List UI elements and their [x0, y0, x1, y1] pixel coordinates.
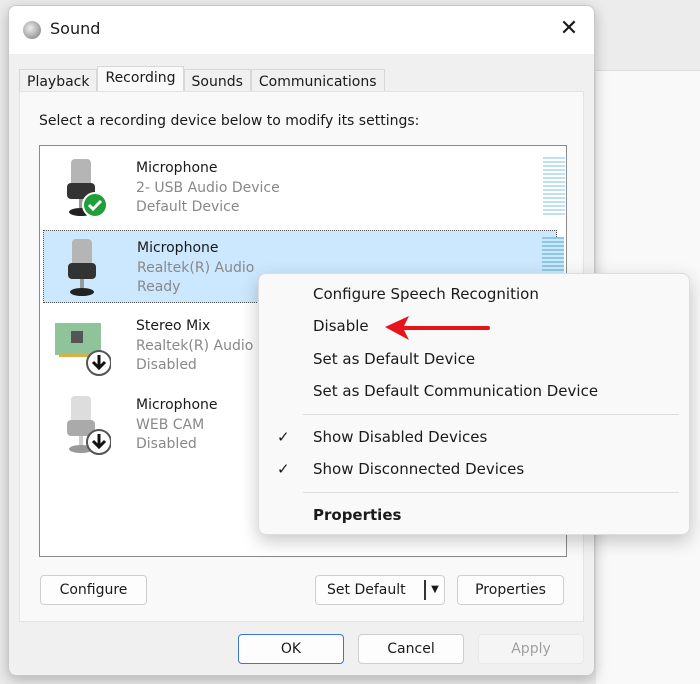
menu-item-disable[interactable]: Disable	[313, 317, 369, 335]
menu-separator	[303, 492, 679, 493]
instruction-text: Select a recording device below to modif…	[39, 113, 420, 129]
set-default-label: Set Default	[327, 582, 406, 598]
device-status: Ready	[137, 279, 181, 295]
menu-separator	[303, 414, 679, 415]
properties-button[interactable]: Properties	[457, 575, 564, 605]
device-status: Disabled	[136, 436, 197, 452]
configure-button[interactable]: Configure	[40, 575, 147, 605]
window-title: Sound	[50, 19, 101, 38]
menu-item-show-disconnected[interactable]: Show Disconnected Devices	[313, 460, 524, 478]
device-name: Microphone	[136, 397, 218, 413]
menu-item-show-disabled[interactable]: Show Disabled Devices	[313, 428, 487, 446]
menu-item-configure-speech[interactable]: Configure Speech Recognition	[313, 285, 539, 303]
red-arrow-annotation-icon	[385, 316, 490, 340]
context-menu: Configure Speech Recognition Disable Set…	[258, 273, 690, 535]
close-button[interactable]: ✕	[556, 16, 582, 41]
device-status: Disabled	[136, 357, 197, 373]
device-row[interactable]: Microphone 2- USB Audio Device Default Dev…	[43, 151, 565, 224]
microphone-icon	[67, 396, 111, 455]
ok-button[interactable]: OK	[238, 634, 344, 664]
apply-button[interactable]: Apply	[478, 634, 584, 664]
checkmark-icon: ✓	[277, 428, 290, 446]
device-description: Realtek(R) Audio	[136, 337, 254, 354]
menu-item-properties[interactable]: Properties	[313, 506, 401, 524]
device-description: WEB CAM	[136, 416, 205, 433]
device-description: 2- USB Audio Device	[136, 179, 280, 196]
microphone-icon	[68, 239, 96, 296]
sound-card-icon	[55, 323, 111, 376]
microphone-icon	[67, 159, 108, 218]
title-bar: Sound ✕	[9, 6, 594, 54]
dropdown-arrow-icon[interactable]: ▼	[424, 580, 444, 600]
device-name: Stereo Mix	[136, 318, 211, 334]
menu-item-set-default-device[interactable]: Set as Default Device	[313, 350, 475, 368]
speaker-icon	[23, 21, 41, 39]
device-name: Microphone	[137, 240, 219, 256]
cancel-button[interactable]: Cancel	[358, 634, 464, 664]
checkmark-icon: ✓	[277, 460, 290, 478]
device-status: Default Device	[136, 199, 240, 215]
level-meter	[543, 157, 565, 217]
device-name: Microphone	[136, 160, 218, 176]
device-description: Realtek(R) Audio	[137, 259, 255, 276]
menu-item-set-default-communication[interactable]: Set as Default Communication Device	[313, 382, 598, 400]
set-default-button[interactable]: Set Default ▼	[315, 575, 445, 605]
